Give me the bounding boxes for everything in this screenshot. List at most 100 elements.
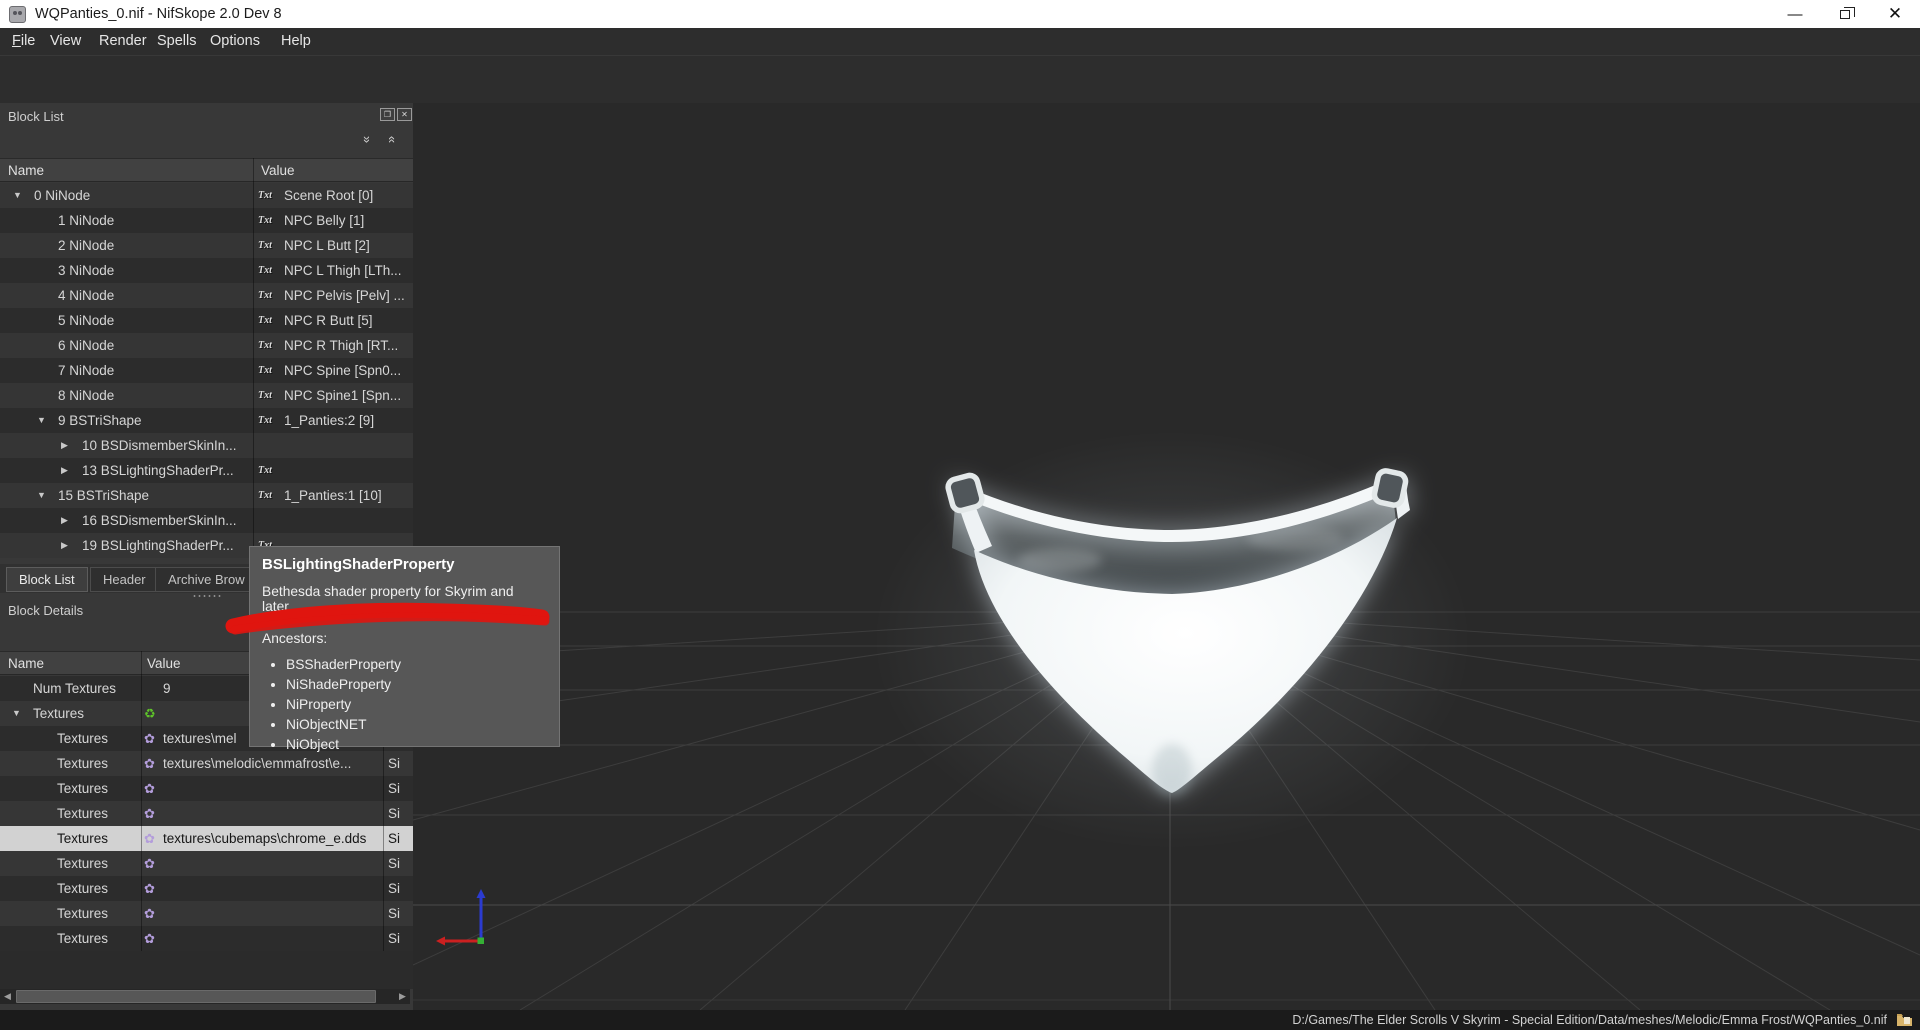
row-name: 15 BSTriShape: [58, 488, 150, 503]
expand-all-icon[interactable]: «: [382, 132, 404, 148]
row-name: 19 BSLightingShaderPr...: [82, 538, 234, 553]
texture-flower-icon: ✿: [144, 781, 155, 796]
expander-icon[interactable]: ▼: [37, 408, 46, 433]
status-file-path: D:/Games/The Elder Scrolls V Skyrim - Sp…: [1292, 1013, 1887, 1027]
dock-close-icon[interactable]: ✕: [397, 108, 412, 121]
texture-flower-icon: ✿: [144, 931, 155, 946]
scrollbar-thumb[interactable]: [16, 990, 376, 1003]
close-button[interactable]: ✕: [1870, 0, 1920, 28]
texture-flower-icon: ✿: [144, 856, 155, 871]
row-name: 16 BSDismemberSkinIn...: [82, 513, 237, 528]
tooltip-ancestor-list: BSShaderProperty NiShadeProperty NiPrope…: [286, 655, 547, 755]
column-value[interactable]: Value: [147, 652, 181, 675]
texture-flower-icon: ✿: [144, 831, 155, 846]
ancestor-item: NiProperty: [286, 695, 547, 715]
expander-icon[interactable]: ▶: [61, 458, 68, 483]
menu-spells[interactable]: Spells: [157, 28, 197, 55]
block-details-row[interactable]: Textures ✿ Si: [0, 776, 413, 801]
row-name: Textures: [57, 756, 109, 771]
tab-block-list[interactable]: Block List: [6, 567, 88, 592]
dock-float-icon[interactable]: ❐: [380, 108, 395, 121]
row-value: NPC R Butt [5]: [284, 313, 373, 328]
block-list-dock-title: Block List: [8, 109, 64, 124]
model-right-ring: [1371, 468, 1409, 508]
row-value: NPC Spine1 [Spn...: [284, 388, 402, 403]
expander-icon[interactable]: ▶: [61, 433, 68, 458]
block-details-dock-title: Block Details: [8, 603, 84, 618]
txt-icon: Txt: [258, 290, 272, 301]
block-list-row[interactable]: 7 NiNode Txt NPC Spine [Spn0...: [0, 358, 413, 383]
row-name: Num Textures: [33, 681, 117, 696]
block-details-row[interactable]: Textures ✿ Si: [0, 901, 413, 926]
block-list-row[interactable]: 5 NiNode Txt NPC R Butt [5]: [0, 308, 413, 333]
tooltip-ancestors-label: Ancestors:: [262, 631, 328, 646]
ancestor-item: NiObjectNET: [286, 715, 547, 735]
row-name: 7 NiNode: [58, 363, 115, 378]
row-name: Textures: [57, 831, 109, 846]
restore-icon: [1840, 6, 1855, 19]
block-list-row[interactable]: 8 NiNode Txt NPC Spine1 [Spn...: [0, 383, 413, 408]
viewport-3d[interactable]: [412, 103, 1920, 1011]
expander-icon[interactable]: ▼: [12, 701, 21, 726]
row-extra: Si: [388, 831, 401, 846]
nifskope-window: WQPanties_0.nif - NifSkope 2.0 Dev 8 — ✕…: [0, 0, 1920, 1030]
scroll-left-icon[interactable]: ◀: [0, 989, 15, 1004]
row-value: textures\cubemaps\chrome_e.dds: [163, 831, 367, 846]
block-details-row[interactable]: Textures ✿ Si: [0, 876, 413, 901]
restore-button[interactable]: [1820, 0, 1870, 28]
txt-icon: Txt: [258, 490, 272, 501]
block-list-row[interactable]: ▶ 10 BSDismemberSkinIn...: [0, 433, 413, 458]
txt-icon: Txt: [258, 390, 272, 401]
block-panel-hscrollbar: ◀ ▶: [0, 989, 410, 1004]
collapse-all-icon[interactable]: «: [355, 132, 377, 148]
menu-options[interactable]: Options: [210, 28, 260, 55]
row-name: 2 NiNode: [58, 238, 115, 253]
tab-archive-browser[interactable]: Archive Brow: [155, 567, 258, 592]
menu-bar: File View Render Spells Options Help: [0, 28, 1920, 55]
tooltip-description: Bethesda shader property for Skyrim and …: [262, 584, 514, 614]
expander-icon[interactable]: ▼: [37, 483, 46, 508]
block-details-row[interactable]: Textures ✿ Si: [0, 926, 413, 951]
column-value[interactable]: Value: [261, 159, 295, 182]
texture-flower-icon: ✿: [144, 756, 155, 771]
block-list-row[interactable]: ▶ 16 BSDismemberSkinIn...: [0, 508, 413, 533]
expander-icon[interactable]: ▶: [61, 533, 68, 558]
txt-icon: Txt: [258, 340, 272, 351]
ancestor-item: NiObject: [286, 735, 547, 755]
title-bar: WQPanties_0.nif - NifSkope 2.0 Dev 8 — ✕: [0, 0, 1920, 28]
scroll-right-icon[interactable]: ▶: [395, 989, 410, 1004]
column-name[interactable]: Name: [8, 159, 44, 182]
expander-icon[interactable]: ▼: [13, 183, 22, 208]
status-bar: D:/Games/The Elder Scrolls V Skyrim - Sp…: [0, 1010, 1920, 1030]
row-name: Textures: [57, 781, 109, 796]
block-list-row[interactable]: ▼ 0 NiNode Txt Scene Root [0]: [0, 183, 413, 208]
column-name[interactable]: Name: [8, 652, 44, 675]
tooltip-bslightingshaderproperty: BSLightingShaderProperty Bethesda shader…: [249, 546, 560, 752]
block-list-row[interactable]: ▼ 15 BSTriShape Txt 1_Panties:1 [10]: [0, 483, 413, 508]
texture-flower-icon: ✿: [144, 881, 155, 896]
tab-header[interactable]: Header: [90, 567, 159, 592]
block-list-row[interactable]: ▶ 13 BSLightingShaderPr... Txt: [0, 458, 413, 483]
block-list-row[interactable]: ▼ 9 BSTriShape Txt 1_Panties:2 [9]: [0, 408, 413, 433]
menu-render[interactable]: Render: [99, 28, 147, 55]
minimize-button[interactable]: —: [1770, 0, 1820, 28]
block-details-row[interactable]: Textures ✿ textures\cubemaps\chrome_e.dds S…: [0, 826, 413, 851]
block-details-row[interactable]: Textures ✿ Si: [0, 801, 413, 826]
model-tip-shading: [1152, 744, 1192, 796]
menu-file[interactable]: File: [12, 28, 35, 55]
block-list-row[interactable]: 6 NiNode Txt NPC R Thigh [RT...: [0, 333, 413, 358]
menu-view[interactable]: View: [50, 28, 81, 55]
row-extra: Si: [388, 806, 401, 821]
block-list-row[interactable]: 4 NiNode Txt NPC Pelvis [Pelv] ...: [0, 283, 413, 308]
app-icon: [9, 5, 26, 23]
expander-icon[interactable]: ▶: [61, 508, 68, 533]
block-list-row[interactable]: 3 NiNode Txt NPC L Thigh [LTh...: [0, 258, 413, 283]
block-list-row[interactable]: 2 NiNode Txt NPC L Butt [2]: [0, 233, 413, 258]
menu-help[interactable]: Help: [281, 28, 311, 55]
row-name: Textures: [57, 731, 109, 746]
block-details-row[interactable]: Textures ✿ Si: [0, 851, 413, 876]
row-name: Textures: [57, 856, 109, 871]
row-extra: Si: [388, 781, 401, 796]
dock-splitter-handle[interactable]: [192, 594, 222, 598]
block-list-row[interactable]: 1 NiNode Txt NPC Belly [1]: [0, 208, 413, 233]
